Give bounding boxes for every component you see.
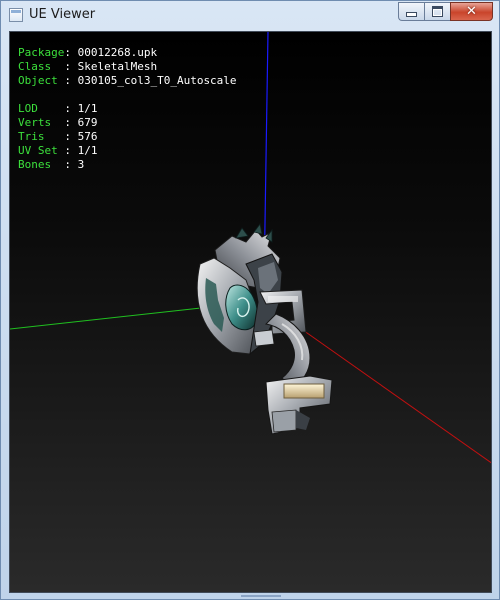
resize-grip[interactable] [241, 595, 281, 597]
mesh-info-overlay: Package: 00012268.upk Class : SkeletalMe… [18, 46, 237, 172]
info-package: Package: 00012268.upk [18, 46, 158, 59]
app-icon [9, 8, 23, 22]
close-button[interactable]: ✕ [450, 2, 493, 21]
app-window: UE Viewer ✕ Package: 00012268.upk Class … [0, 0, 500, 600]
y-axis-line [10, 306, 211, 330]
maximize-icon [432, 6, 443, 17]
title-bar[interactable]: UE Viewer ✕ [1, 1, 499, 30]
info-verts: Verts : 679 [18, 116, 98, 129]
minimize-icon [406, 12, 417, 17]
info-uvset: UV Set : 1/1 [18, 144, 98, 157]
window-title: UE Viewer [29, 7, 96, 22]
info-bones: Bones : 3 [18, 158, 85, 171]
maximize-button[interactable] [424, 2, 450, 21]
skeletal-mesh-model [196, 223, 333, 435]
info-object: Object : 030105_col3_T0_Autoscale [18, 74, 237, 87]
close-icon: ✕ [466, 4, 477, 19]
info-tris: Tris : 576 [18, 130, 98, 143]
info-lod: LOD : 1/1 [18, 102, 98, 115]
3d-viewport[interactable]: Package: 00012268.upk Class : SkeletalMe… [9, 31, 492, 593]
minimize-button[interactable] [398, 2, 424, 21]
info-class: Class : SkeletalMesh [18, 60, 158, 73]
window-controls: ✕ [398, 2, 493, 21]
